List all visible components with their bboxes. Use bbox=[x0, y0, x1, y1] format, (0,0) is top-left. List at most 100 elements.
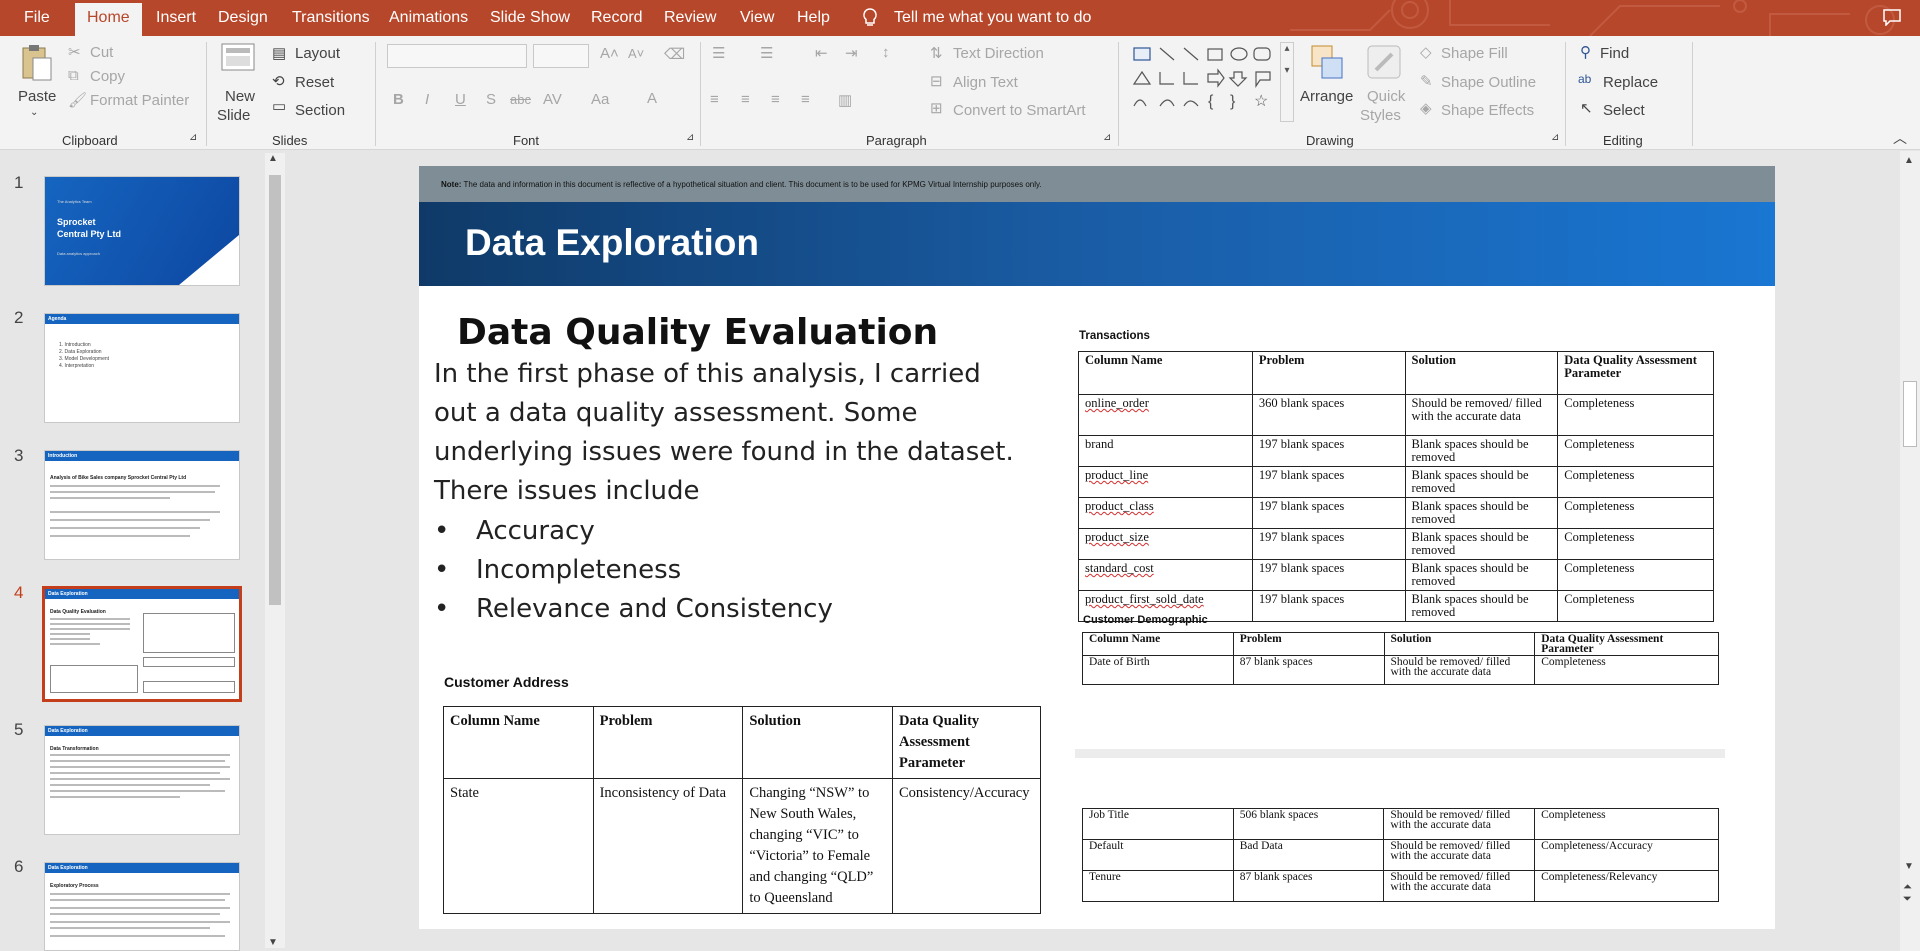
tab-insert[interactable]: Insert bbox=[156, 0, 196, 36]
slide-thumbnail-3[interactable]: Introduction Analysis of Bike Sales comp… bbox=[44, 450, 240, 560]
transactions-table[interactable]: Column Name Problem Solution Data Qualit… bbox=[1078, 351, 1714, 622]
align-right-icon[interactable]: ≡ bbox=[771, 91, 780, 108]
clear-format-icon[interactable]: ⌫ bbox=[664, 45, 685, 63]
replace-button[interactable]: Replace bbox=[1603, 74, 1658, 91]
thumbnail-scrollbar[interactable]: ▲ ▼ bbox=[265, 153, 285, 948]
slide-thumbnail-6[interactable]: Data Exploration Exploratory Process bbox=[44, 862, 240, 951]
underline-button[interactable]: U bbox=[455, 91, 466, 108]
paste-button[interactable]: Paste bbox=[18, 88, 56, 105]
columns-icon[interactable]: ▥ bbox=[838, 91, 852, 109]
select-button[interactable]: Select bbox=[1603, 102, 1645, 119]
shrink-font-icon[interactable]: A˅ bbox=[628, 46, 644, 61]
quick-styles-button[interactable]: Quick bbox=[1367, 88, 1405, 105]
font-color-button[interactable]: A bbox=[647, 90, 657, 107]
decrease-indent-icon[interactable]: ⇤ bbox=[815, 44, 828, 62]
customer-address-table[interactable]: Column Name Problem Solution Data Qualit… bbox=[443, 706, 1041, 914]
thumb-text-line bbox=[50, 519, 210, 521]
slide-thumbnail-1[interactable]: The Analytics Team Sprocket Central Pty … bbox=[44, 176, 240, 286]
dialog-launcher-icon[interactable]: ⊿ bbox=[1103, 132, 1111, 143]
tab-home[interactable]: Home bbox=[75, 0, 142, 36]
scroll-down-arrow[interactable]: ▼ bbox=[1904, 861, 1914, 872]
layout-button[interactable]: Layout bbox=[295, 45, 340, 62]
dialog-launcher-icon[interactable]: ⊿ bbox=[686, 132, 694, 143]
table-header-row: Column Name Problem Solution Data Qualit… bbox=[1078, 351, 1714, 395]
tell-me-search[interactable]: Tell me what you want to do bbox=[894, 0, 1091, 36]
reset-button[interactable]: Reset bbox=[295, 74, 334, 91]
grow-font-icon[interactable]: A˄ bbox=[600, 45, 619, 62]
tab-slide-show[interactable]: Slide Show bbox=[490, 0, 570, 36]
increase-indent-icon[interactable]: ⇥ bbox=[845, 44, 858, 62]
slide-thumbnail-5[interactable]: Data Exploration Data Transformation bbox=[44, 725, 240, 835]
shapes-gallery-scroll[interactable]: ▴ ▾ bbox=[1280, 42, 1294, 122]
tab-help[interactable]: Help bbox=[797, 0, 830, 36]
comments-icon[interactable] bbox=[1882, 8, 1902, 26]
bold-button[interactable]: B bbox=[393, 91, 404, 108]
tab-transitions[interactable]: Transitions bbox=[292, 0, 370, 36]
scroll-down-arrow[interactable]: ▼ bbox=[268, 937, 278, 948]
customer-extra-table[interactable]: Job Title 506 blank spaces Should be rem… bbox=[1082, 808, 1719, 902]
scroll-up-arrow[interactable]: ▲ bbox=[1904, 155, 1914, 166]
font-size-dropdown[interactable] bbox=[533, 44, 589, 68]
ribbon-divider bbox=[1118, 42, 1119, 146]
slide-scrollbar[interactable]: ▲ ▼ ⏶ ⏷ bbox=[1900, 151, 1920, 951]
section-heading[interactable]: Data Quality Evaluation bbox=[457, 312, 938, 353]
quick-styles-icon[interactable] bbox=[1366, 44, 1402, 82]
format-painter-button[interactable]: Format Painter bbox=[90, 92, 189, 109]
svg-text:{: { bbox=[1208, 93, 1214, 110]
align-left-icon[interactable]: ≡ bbox=[710, 91, 719, 108]
menu-file[interactable]: File bbox=[24, 0, 50, 36]
thumb-title: Data Quality Evaluation bbox=[50, 609, 106, 615]
font-name-dropdown[interactable] bbox=[387, 44, 527, 68]
char-spacing-button[interactable]: AV bbox=[543, 91, 562, 108]
prev-next-slide-icon[interactable]: ⏶ ⏷ bbox=[1903, 881, 1912, 905]
text-direction-button[interactable]: Text Direction bbox=[953, 45, 1044, 62]
section-button[interactable]: Section bbox=[295, 102, 345, 119]
paste-dropdown-icon[interactable]: ⌄ bbox=[30, 107, 38, 118]
copy-button[interactable]: Copy bbox=[90, 68, 125, 85]
dialog-launcher-icon[interactable]: ⊿ bbox=[1551, 132, 1559, 143]
scroll-up-arrow[interactable]: ▲ bbox=[268, 153, 278, 164]
customer-demographic-table[interactable]: Column Name Problem Solution Data Qualit… bbox=[1082, 632, 1719, 685]
italic-button[interactable]: I bbox=[425, 91, 429, 108]
change-case-button[interactable]: Aa bbox=[591, 91, 609, 108]
slide-title[interactable]: Data Exploration bbox=[465, 222, 759, 264]
thumb-text-line bbox=[50, 628, 130, 630]
align-text-button[interactable]: Align Text bbox=[953, 74, 1018, 91]
line-spacing-icon[interactable]: ↕ bbox=[882, 44, 890, 61]
thumb-text-line bbox=[50, 921, 230, 923]
collapse-ribbon-icon[interactable]: ︿ bbox=[1893, 128, 1907, 148]
tab-design[interactable]: Design bbox=[218, 0, 268, 36]
slide-thumbnail-2[interactable]: Agenda 1. Introduction 2. Data Explorati… bbox=[44, 313, 240, 423]
shape-effects-button[interactable]: Shape Effects bbox=[1441, 102, 1534, 119]
numbering-icon[interactable]: ☰ bbox=[760, 44, 773, 62]
paste-icon[interactable] bbox=[20, 44, 52, 82]
issues-list[interactable]: Accuracy Incompleteness Relevance and Co… bbox=[434, 512, 833, 629]
align-center-icon[interactable]: ≡ bbox=[741, 91, 750, 108]
shape-outline-button[interactable]: Shape Outline bbox=[1441, 74, 1536, 91]
shadow-button[interactable]: S bbox=[486, 91, 496, 108]
find-button[interactable]: Find bbox=[1600, 45, 1629, 62]
shape-fill-button[interactable]: Shape Fill bbox=[1441, 45, 1508, 62]
scroll-thumb[interactable] bbox=[269, 175, 281, 605]
arrange-button[interactable]: Arrange bbox=[1300, 88, 1353, 105]
bullets-icon[interactable]: ☰ bbox=[712, 44, 725, 62]
new-slide-icon[interactable] bbox=[220, 42, 258, 80]
table-cell: Should be removed/ filled with the accur… bbox=[1383, 870, 1536, 902]
shapes-gallery-icon[interactable]: {} ☆ bbox=[1130, 44, 1292, 122]
table-cell: 87 blank spaces bbox=[1232, 870, 1385, 902]
cut-button[interactable]: Cut bbox=[90, 44, 113, 61]
convert-smartart-button[interactable]: Convert to SmartArt bbox=[953, 102, 1086, 119]
tab-animations[interactable]: Animations bbox=[389, 0, 468, 36]
new-slide-button[interactable]: New bbox=[225, 88, 255, 105]
tab-view[interactable]: View bbox=[740, 0, 774, 36]
slide-4[interactable]: Note: The data and information in this d… bbox=[419, 166, 1775, 929]
slide-thumbnail-4[interactable]: Data Exploration Data Quality Evaluation bbox=[42, 586, 242, 702]
arrange-icon[interactable] bbox=[1310, 44, 1344, 82]
tab-review[interactable]: Review bbox=[664, 0, 716, 36]
intro-paragraph[interactable]: In the first phase of this analysis, I c… bbox=[434, 355, 1014, 511]
dialog-launcher-icon[interactable]: ⊿ bbox=[189, 132, 197, 143]
justify-icon[interactable]: ≡ bbox=[801, 91, 810, 108]
scroll-thumb[interactable] bbox=[1903, 381, 1917, 447]
strikethrough-button[interactable]: abc bbox=[510, 92, 531, 107]
tab-record[interactable]: Record bbox=[591, 0, 643, 36]
